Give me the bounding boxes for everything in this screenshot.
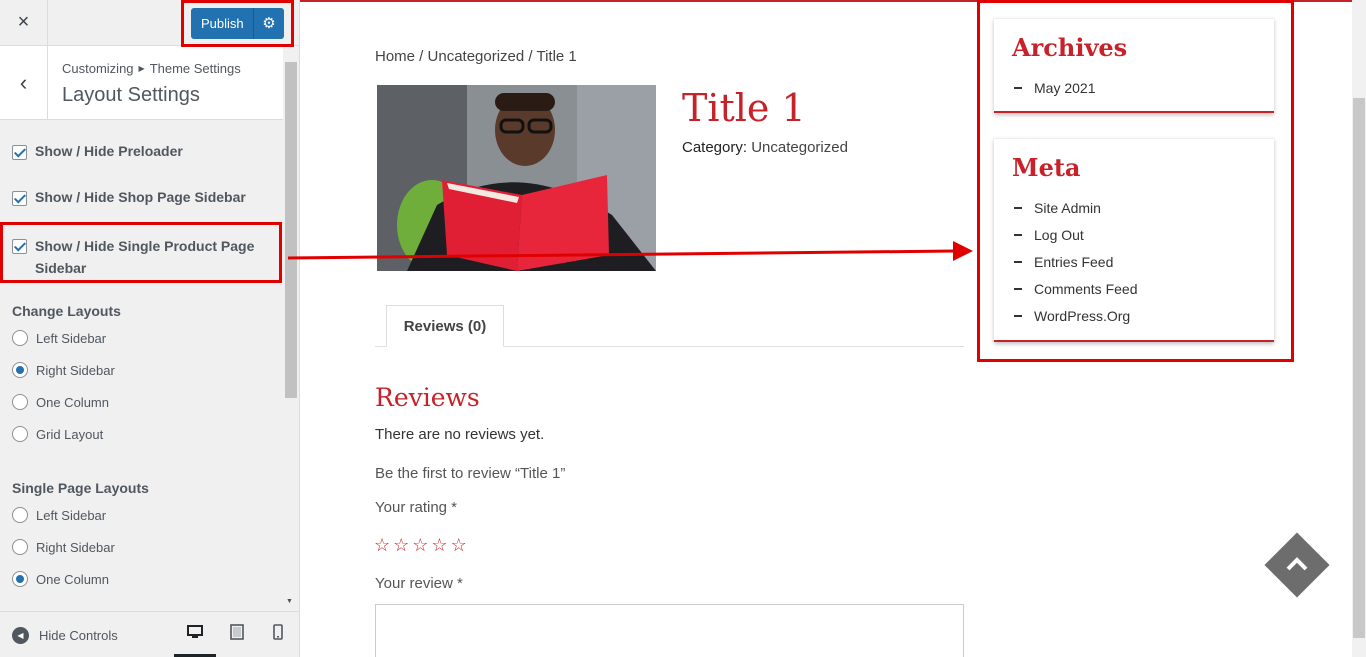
product-breadcrumb[interactable]: Home / Uncategorized / Title 1 [375,48,577,65]
tablet-icon [230,624,244,640]
star-icon[interactable]: ☆ [393,535,409,556]
section-header: ‹ Customizing ▶ Theme Settings Layout Sett… [0,46,283,120]
radio-icon[interactable] [12,330,28,346]
change-layouts-title: Change Layouts [12,303,121,319]
radio-right-sidebar[interactable]: Right Sidebar [12,362,115,378]
product-category: Category: Uncategorized [682,139,848,156]
radio-label: Left Sidebar [36,330,107,346]
checkbox-checked-icon[interactable] [12,191,27,206]
radio-left-sidebar[interactable]: Left Sidebar [12,330,106,346]
checkbox-shop-sidebar[interactable]: Show / Hide Shop Page Sidebar [12,189,246,206]
radio-one-column[interactable]: One Column [12,394,109,410]
chevron-up-icon[interactable] [1284,551,1310,577]
sidebar-scrollbar-thumb[interactable] [285,62,297,398]
mobile-preview-button[interactable] [257,624,299,657]
radio-label: Right Sidebar [36,539,115,555]
rating-label: Your rating * [375,499,458,516]
breadcrumb-root: Customizing [62,61,134,76]
first-review-text: Be the first to review “Title 1” [375,465,566,482]
close-customizer-button[interactable]: × [0,0,48,45]
desktop-icon [187,625,203,638]
checkbox-preloader[interactable]: Show / Hide Preloader [12,143,183,160]
category-link[interactable]: Uncategorized [751,139,848,156]
scroll-down-icon[interactable]: ▼ [286,598,293,605]
radio-single-right-sidebar[interactable]: Right Sidebar [12,539,115,555]
mobile-icon [273,624,283,640]
customizer-sidebar: × Publish ⚙ ‹ Customizing ▶ Theme Settings… [0,0,300,657]
radio-label: One Column [36,571,109,587]
single-page-layouts-title: Single Page Layouts [12,480,149,496]
star-icon[interactable]: ☆ [374,535,390,556]
product-image[interactable] [377,85,656,271]
chevron-left-icon: ‹ [19,69,28,95]
section-title: Layout Settings [62,84,200,106]
radio-label: Left Sidebar [36,507,107,523]
breadcrumb-parent: Theme Settings [149,61,241,76]
reviews-heading: Reviews [375,383,480,412]
collapse-left-icon: ◀ [12,627,29,644]
rating-stars[interactable]: ☆ ☆ ☆ ☆ ☆ [374,535,467,556]
review-label: Your review * [375,575,463,592]
checkbox-label: Show / Hide Preloader [35,143,183,159]
hide-controls-button[interactable]: ◀ Hide Controls [12,627,118,644]
radio-label: One Column [36,394,109,410]
annotation-box-publish [181,0,294,47]
tab-reviews[interactable]: Reviews (0) [386,305,504,347]
radio-single-one-column[interactable]: One Column [12,571,109,587]
breadcrumb: Customizing ▶ Theme Settings [62,61,241,76]
radio-icon[interactable] [12,426,28,442]
customizer-footer: ◀ Hide Controls [0,611,299,657]
close-icon: × [17,11,30,33]
annotation-box-checkbox [0,222,282,283]
triangle-right-icon: ▶ [138,64,145,73]
product-title: Title 1 [682,86,806,130]
back-button[interactable]: ‹ [0,46,48,119]
star-icon[interactable]: ☆ [412,535,428,556]
star-icon[interactable]: ☆ [431,535,447,556]
desktop-preview-button[interactable] [174,624,216,657]
radio-grid-layout[interactable]: Grid Layout [12,426,103,442]
preview-scrollbar-thumb[interactable] [1353,98,1365,638]
radio-label: Right Sidebar [36,362,115,378]
radio-selected-icon[interactable] [12,571,28,587]
checkbox-label: Show / Hide Shop Page Sidebar [35,189,246,205]
category-label: Category: [682,139,748,156]
radio-icon[interactable] [12,507,28,523]
radio-single-left-sidebar[interactable]: Left Sidebar [12,507,106,523]
radio-label: Grid Layout [36,426,104,442]
radio-icon[interactable] [12,539,28,555]
checkbox-checked-icon[interactable] [12,145,27,160]
hide-controls-label: Hide Controls [39,628,118,643]
review-textarea[interactable] [375,604,964,657]
annotation-box-widgets [977,0,1294,362]
star-icon[interactable]: ☆ [451,535,467,556]
product-photo [377,85,656,271]
tablet-preview-button[interactable] [216,624,258,657]
radio-selected-icon[interactable] [12,362,28,378]
radio-icon[interactable] [12,394,28,410]
no-reviews-text: There are no reviews yet. [375,426,545,443]
